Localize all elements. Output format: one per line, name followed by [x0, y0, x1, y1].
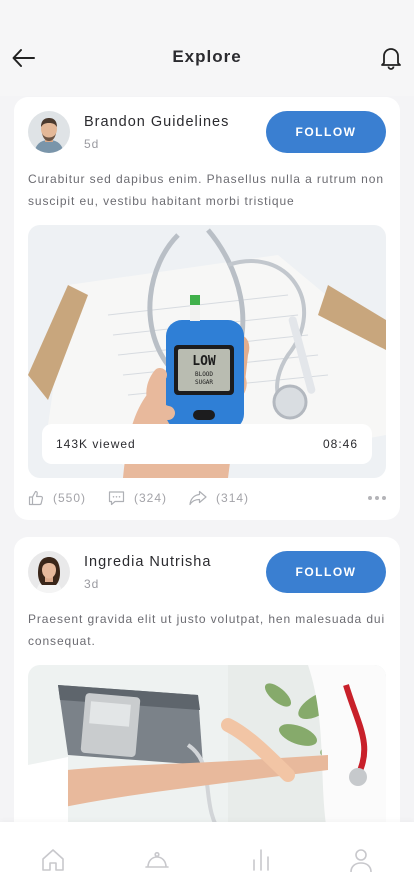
more-dot-icon: [382, 496, 386, 500]
meter-display-sub-2: SUGAR: [195, 379, 213, 386]
stats-icon: [253, 849, 269, 871]
tab-profile[interactable]: [347, 846, 375, 874]
tab-services[interactable]: [143, 846, 171, 874]
comment-icon: [108, 491, 125, 506]
feed: Brandon Guidelines 5d FOLLOW Curabitur s…: [14, 97, 400, 854]
user-avatar-image: [28, 111, 70, 153]
follow-button[interactable]: FOLLOW: [266, 111, 386, 153]
post-image[interactable]: [28, 665, 386, 837]
comment-button[interactable]: (324): [108, 490, 167, 506]
video-duration: 08:46: [322, 437, 358, 451]
home-icon: [42, 849, 64, 871]
bottom-tab-bar: [0, 822, 414, 896]
post-card: Ingredia Nutrisha 3d FOLLOW Praesent gra…: [14, 537, 400, 837]
share-count: (314): [216, 491, 250, 505]
view-count: 143K viewed: [56, 437, 136, 451]
more-dot-icon: [375, 496, 379, 500]
author-name[interactable]: Brandon Guidelines: [84, 114, 229, 130]
avatar[interactable]: [28, 111, 70, 153]
post-text: Curabitur sed dapibus enim. Phasellus nu…: [28, 172, 384, 208]
video-info-bar: 143K viewed 08:46: [42, 424, 372, 464]
post-text: Praesent gravida elit ut justo volutpat,…: [28, 612, 386, 648]
meter-display-sub-1: BLOOD: [195, 371, 213, 378]
comment-count: (324): [134, 491, 168, 505]
post-card: Brandon Guidelines 5d FOLLOW Curabitur s…: [14, 97, 400, 520]
post-actions: (550) (324) (314): [28, 488, 386, 508]
blood-pressure-check-image: [28, 665, 386, 837]
bell-icon: [381, 48, 401, 70]
more-options-button[interactable]: [368, 496, 386, 500]
meter-display-text: LOW: [192, 354, 216, 369]
share-button[interactable]: (314): [189, 490, 249, 506]
post-video[interactable]: LOW BLOOD SUGAR 143K viewed 08:46: [28, 225, 386, 478]
profile-icon: [350, 849, 372, 873]
thumbs-up-icon: [28, 490, 44, 506]
tab-stats[interactable]: [247, 846, 275, 874]
post-age: 3d: [84, 577, 100, 591]
page-title: Explore: [172, 47, 242, 66]
app-header: Explore: [0, 0, 414, 96]
cloche-icon: [145, 851, 169, 868]
user-avatar-image: [28, 551, 70, 593]
notifications-button[interactable]: [378, 45, 404, 71]
post-age: 5d: [84, 137, 100, 151]
like-button[interactable]: (550): [28, 490, 86, 506]
follow-button[interactable]: FOLLOW: [266, 551, 386, 593]
tab-home[interactable]: [39, 846, 67, 874]
like-count: (550): [53, 491, 87, 505]
avatar[interactable]: [28, 551, 70, 593]
author-name[interactable]: Ingredia Nutrisha: [84, 554, 211, 570]
share-icon: [189, 490, 207, 506]
more-dot-icon: [368, 496, 372, 500]
